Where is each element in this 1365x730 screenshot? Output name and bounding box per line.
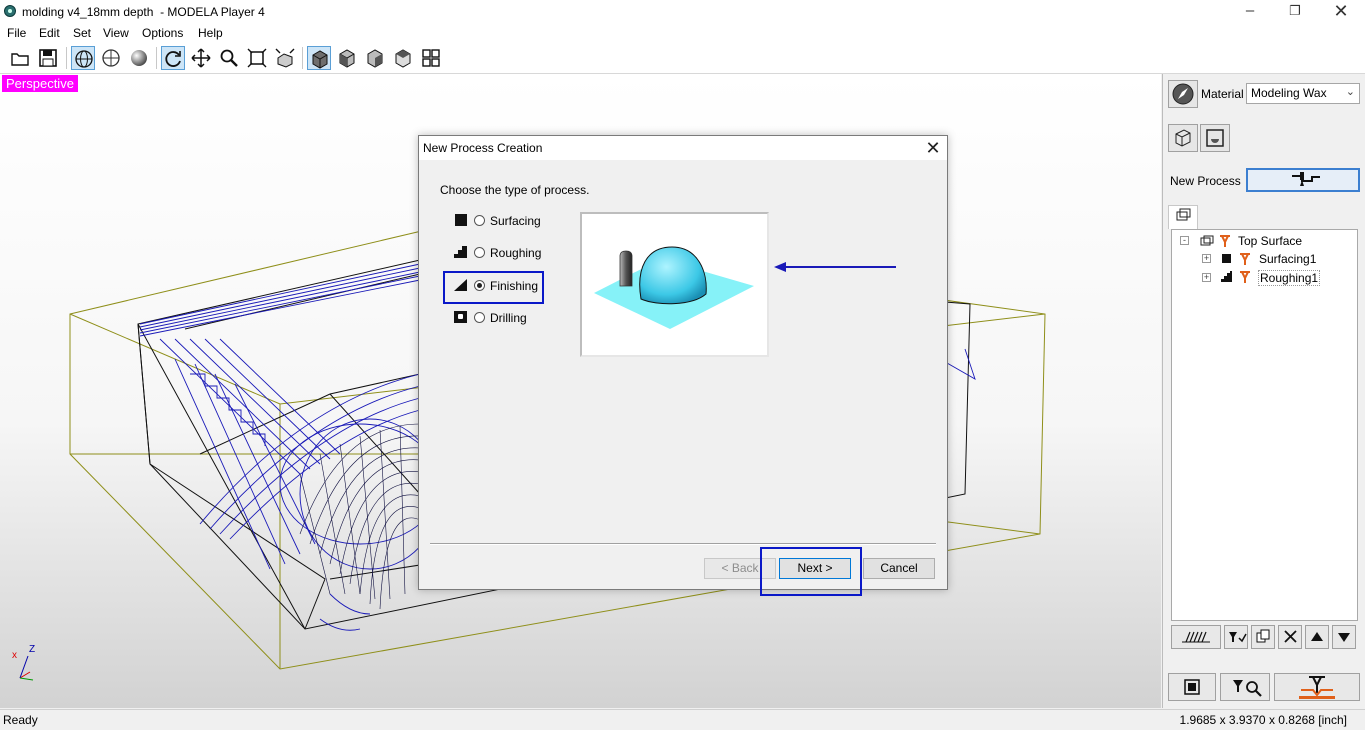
material-label: Material	[1201, 87, 1244, 101]
zoom-icon[interactable]	[217, 46, 241, 70]
process-list-button[interactable]	[1168, 673, 1216, 701]
tool-icon	[1239, 252, 1251, 269]
radio-surfacing[interactable]	[474, 215, 485, 226]
chevron-down-icon: ⌄	[1345, 86, 1355, 98]
toolbar-separator	[302, 47, 303, 69]
option-drilling-label[interactable]: Drilling	[490, 311, 527, 325]
dialog-title: New Process Creation	[423, 141, 543, 155]
model-size-button[interactable]	[1168, 124, 1198, 152]
new-process-dialog	[418, 135, 948, 590]
roughing-icon	[1221, 271, 1232, 285]
next-highlight-box	[760, 547, 862, 596]
minimize-icon[interactable]: –	[1227, 0, 1273, 24]
fit-icon[interactable]	[245, 46, 269, 70]
toolbar-separator	[156, 47, 157, 69]
delete-button[interactable]	[1278, 625, 1302, 649]
app-icon	[4, 5, 16, 17]
radio-roughing[interactable]	[474, 247, 485, 258]
expand-icon[interactable]: +	[1202, 273, 1211, 282]
zoom-box-icon[interactable]	[273, 46, 297, 70]
material-select[interactable]: Modeling Wax ⌄	[1246, 83, 1360, 104]
cancel-button[interactable]: Cancel	[863, 558, 935, 579]
orientation-button[interactable]	[1200, 124, 1230, 152]
menu-file[interactable]: File	[7, 26, 26, 40]
close-icon[interactable]: ✕	[922, 137, 944, 159]
tree-item-top-surface[interactable]: Top Surface	[1238, 234, 1302, 248]
tree-item-surfacing1[interactable]: Surfacing1	[1259, 252, 1316, 266]
cut-button[interactable]	[1274, 673, 1360, 701]
edit-process-button[interactable]	[1224, 625, 1248, 649]
restore-icon[interactable]: ❐	[1272, 0, 1318, 24]
roughing-icon	[454, 246, 467, 261]
axis-z-label: Z	[29, 644, 36, 655]
dialog-separator	[430, 543, 936, 545]
surfacing-icon	[455, 214, 467, 226]
multi-view-icon[interactable]	[419, 46, 443, 70]
process-tree	[1171, 229, 1358, 621]
material-value: Modeling Wax	[1251, 86, 1327, 100]
dialog-prompt: Choose the type of process.	[440, 183, 590, 197]
option-surfacing-label[interactable]: Surfacing	[490, 214, 541, 228]
rotate-icon[interactable]	[161, 46, 185, 70]
collapse-icon[interactable]: -	[1180, 236, 1189, 245]
option-roughing-label[interactable]: Roughing	[490, 246, 541, 260]
menu-edit[interactable]: Edit	[39, 26, 60, 40]
open-folder-icon[interactable]	[8, 46, 32, 70]
side-view-icon[interactable]	[363, 46, 387, 70]
window-title: molding v4_18mm depth - MODELA Player 4	[22, 5, 265, 19]
move-up-button[interactable]	[1305, 625, 1329, 649]
status-bar	[0, 709, 1365, 730]
arrow-left-icon	[772, 259, 898, 278]
model-dimensions: 1.9685 x 3.9370 x 0.8268 [inch]	[1179, 713, 1347, 727]
pan-icon[interactable]	[189, 46, 213, 70]
perspective-view-icon[interactable]	[307, 46, 331, 70]
radio-drilling[interactable]	[474, 312, 485, 323]
new-process-label: New Process	[1170, 174, 1241, 188]
status-text: Ready	[3, 713, 38, 727]
copy-button[interactable]	[1251, 625, 1275, 649]
toolbar-separator	[66, 47, 67, 69]
save-icon[interactable]	[36, 46, 60, 70]
new-process-button[interactable]	[1246, 168, 1360, 192]
material-button[interactable]	[1168, 80, 1198, 108]
process-preview-image	[580, 212, 769, 357]
menu-help[interactable]: Help	[198, 26, 223, 40]
close-icon[interactable]: ✕	[1318, 0, 1364, 24]
expand-icon[interactable]: +	[1202, 254, 1211, 263]
surfacing-icon	[1222, 254, 1231, 263]
view-mode-label: Perspective	[2, 75, 78, 92]
preview-cutting-button[interactable]	[1220, 673, 1270, 701]
move-down-button[interactable]	[1332, 625, 1356, 649]
menu-set[interactable]: Set	[73, 26, 91, 40]
axis-x-label: x	[12, 650, 17, 661]
wireframe-view-icon[interactable]	[71, 46, 95, 70]
surface-group-icon	[1200, 235, 1214, 250]
menu-view[interactable]: View	[103, 26, 129, 40]
tab-process-tree[interactable]	[1168, 205, 1198, 229]
surface-view-icon[interactable]	[99, 46, 123, 70]
drilling-icon	[454, 311, 467, 323]
tool-icon	[1219, 234, 1231, 251]
top-view-icon[interactable]	[391, 46, 415, 70]
simulation-button[interactable]	[1171, 625, 1221, 649]
tool-icon	[1239, 270, 1251, 287]
front-view-icon[interactable]	[335, 46, 359, 70]
tree-item-roughing1[interactable]: Roughing1	[1258, 270, 1321, 286]
shaded-view-icon[interactable]	[127, 46, 151, 70]
new-process-icon	[1292, 172, 1320, 186]
menu-options[interactable]: Options	[142, 26, 183, 40]
finishing-highlight-box	[443, 271, 544, 304]
